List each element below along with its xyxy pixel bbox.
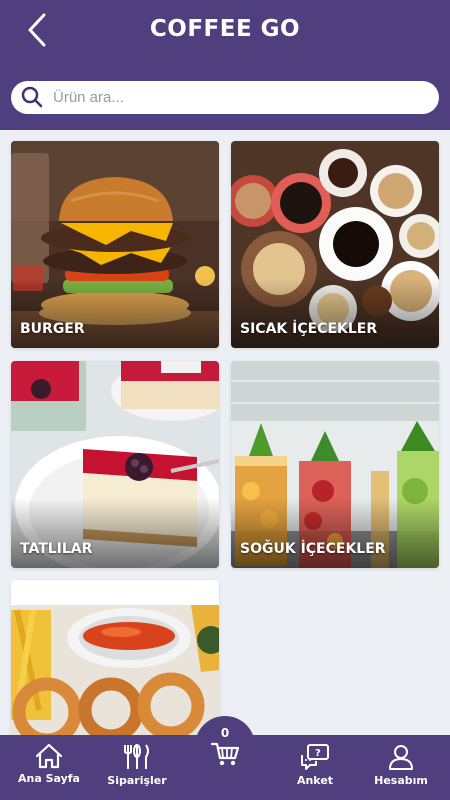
nav-orders[interactable]: Siparişler [92, 735, 182, 800]
search-input[interactable] [53, 85, 423, 110]
nav-account[interactable]: Hesabım [356, 735, 446, 800]
category-tile-desserts[interactable]: TATLILAR [11, 361, 219, 568]
nav-label: Ana Sayfa [18, 772, 80, 785]
svg-text:?: ? [315, 748, 321, 759]
category-tile-burger[interactable]: BURGER [11, 141, 219, 348]
home-icon [35, 743, 63, 769]
cart-count: 0 [220, 726, 230, 740]
snacks-image [11, 580, 219, 740]
app-title: COFFEE GO [149, 16, 301, 42]
user-icon [389, 745, 413, 770]
nav-label: Anket [296, 774, 334, 787]
nav-home[interactable]: Ana Sayfa [4, 735, 94, 800]
category-label: BURGER [20, 321, 85, 337]
category-tile-cold-drinks[interactable]: SOĞUK İÇECEKLER [231, 361, 439, 568]
shopping-cart-icon [211, 742, 239, 766]
nav-label: Siparişler [107, 774, 167, 787]
cutlery-icon [124, 744, 149, 769]
search-icon [21, 86, 43, 108]
category-tile-snacks[interactable] [11, 580, 219, 740]
category-label: TATLILAR [20, 541, 93, 557]
nav-survey[interactable]: ? Anket [270, 735, 360, 800]
category-label: SICAK İÇECEKLER [240, 321, 378, 337]
category-tile-hot-drinks[interactable]: SICAK İÇECEKLER [231, 141, 439, 348]
app-screen: COFFEE GO Ürün ara... BURGER SICAK İÇECE… [0, 0, 450, 800]
survey-chat-icon: ? [301, 744, 329, 770]
nav-label: Hesabım [374, 774, 428, 787]
top-bar: COFFEE GO [0, 0, 450, 130]
category-label: SOĞUK İÇECEKLER [240, 541, 386, 557]
cart-button[interactable]: 0 [195, 716, 255, 776]
search-bar[interactable] [11, 81, 439, 114]
